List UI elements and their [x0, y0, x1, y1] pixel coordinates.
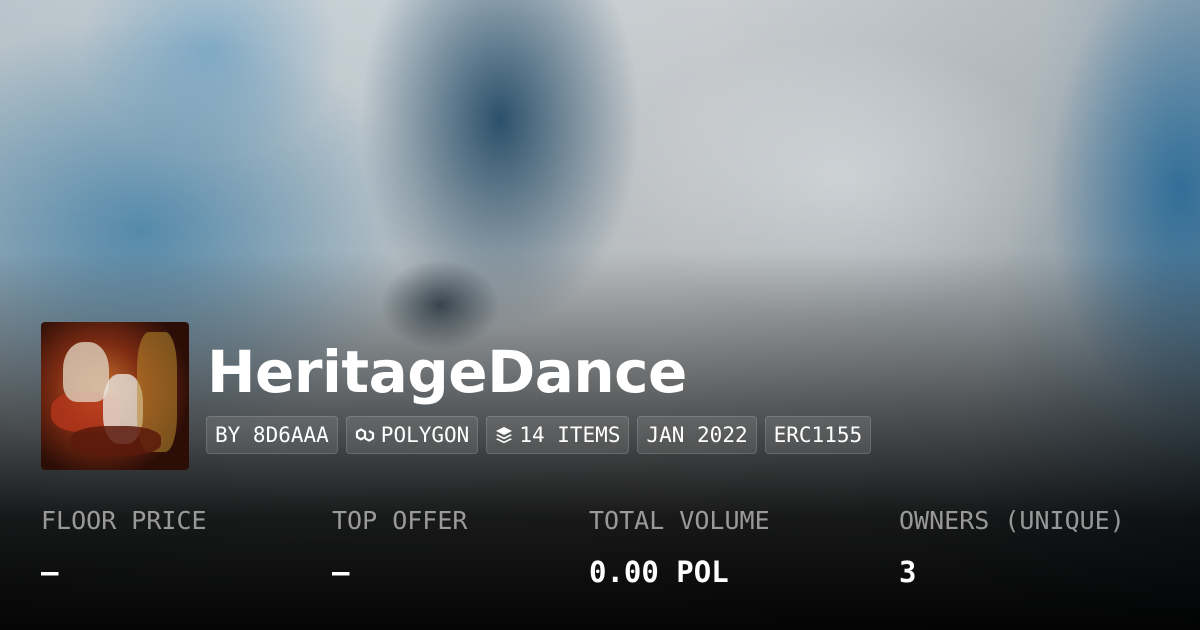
stat-floor-price: FLOOR PRICE –	[41, 504, 207, 590]
layers-icon	[495, 426, 513, 444]
items-chip: 14 ITEMS	[486, 416, 630, 454]
chain-label: POLYGON	[380, 423, 470, 447]
collection-info-chips: BY 8D6AAA POLYGON 14 ITEMS JAN 2022 ERC1…	[206, 416, 872, 454]
stat-owners: OWNERS (UNIQUE) 3	[899, 504, 1125, 590]
created-date-label: JAN 2022	[646, 423, 748, 447]
token-standard-chip: ERC1155	[764, 416, 872, 454]
creator-chip[interactable]: BY 8D6AAA	[206, 416, 338, 454]
stat-label: TOP OFFER	[332, 506, 468, 535]
items-count-label: 14 ITEMS	[519, 423, 621, 447]
stat-value: –	[332, 555, 350, 589]
stat-value: 0.00 POL	[589, 555, 729, 589]
stat-label: OWNERS (UNIQUE)	[899, 506, 1125, 535]
token-standard-label: ERC1155	[773, 423, 863, 447]
collection-title: HeritageDance	[207, 338, 687, 406]
stat-top-offer: TOP OFFER –	[332, 504, 467, 590]
creator-label: BY 8D6AAA	[215, 423, 329, 447]
stat-label: FLOOR PRICE	[41, 506, 207, 535]
collection-avatar	[41, 322, 189, 470]
stat-value: 3	[899, 555, 917, 589]
polygon-icon	[355, 426, 375, 444]
chain-chip: POLYGON	[345, 416, 479, 454]
stat-label: TOTAL VOLUME	[589, 506, 770, 535]
created-date-chip: JAN 2022	[637, 416, 757, 454]
stat-value: –	[41, 555, 59, 589]
stat-total-volume: TOTAL VOLUME 0.00 POL	[589, 504, 770, 590]
